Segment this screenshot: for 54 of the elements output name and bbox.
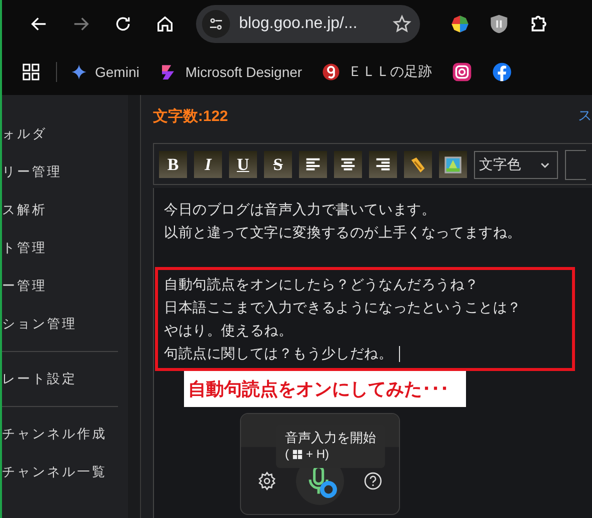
site-settings-icon [208, 16, 224, 32]
bookmark-link[interactable]: Gemini [71, 64, 140, 80]
bookmark-link[interactable]: ＥＬＬの足跡 [322, 62, 432, 80]
color-wheel-icon [450, 14, 470, 34]
help-icon [363, 471, 383, 491]
sidebar-item[interactable]: リー管理 [2, 153, 128, 191]
italic-button[interactable]: I [194, 151, 222, 178]
tooltip-title: 音声入力を開始 [285, 430, 376, 446]
text-line: 句読点に関しては？もう少しだね。 [164, 342, 566, 365]
home-icon [155, 14, 175, 34]
bookmark-link[interactable] [492, 62, 512, 82]
shield-icon [488, 13, 510, 35]
strike-button[interactable]: S [264, 151, 292, 178]
sparkle-icon [71, 64, 87, 80]
underline-button[interactable]: U [229, 151, 257, 178]
settings-button[interactable] [257, 471, 277, 491]
sidebar-item[interactable]: ト管理 [2, 229, 128, 267]
shortcut-text: ( + H) [285, 446, 330, 462]
text-line: 自動句読点をオンにしたら？どうなんだろうね？ [164, 275, 480, 294]
link-button[interactable] [404, 151, 432, 178]
help-button[interactable] [363, 471, 383, 491]
bookmark-link[interactable]: Microsoft Designer [159, 62, 302, 80]
sidebar-item[interactable]: ォルダ [2, 115, 128, 153]
star-icon [392, 14, 412, 34]
facebook-icon [492, 62, 512, 82]
sidebar-item[interactable]: ー管理 [2, 267, 128, 305]
url-text: blog.goo.ne.jp/... [239, 15, 358, 33]
text-color-select[interactable]: 文字色 [474, 150, 558, 178]
text-line: やはり。使えるね。 [164, 321, 294, 340]
address-bar[interactable]: blog.goo.ne.jp/... [196, 5, 420, 43]
sidebar-item[interactable]: ス解析 [2, 191, 128, 229]
g-logo-icon [322, 62, 340, 80]
sidebar-item[interactable]: ション管理 [2, 305, 128, 343]
align-left-button[interactable] [299, 151, 327, 178]
gear-icon [257, 471, 277, 491]
bookmark-link[interactable] [452, 62, 472, 82]
sidebar-item[interactable]: レート設定 [2, 360, 128, 398]
apps-grid-icon [22, 62, 40, 80]
align-center-button[interactable] [334, 151, 362, 178]
image-button[interactable] [439, 151, 467, 178]
text-line: 日本語ここまで入力できるようになったということは？ [164, 298, 522, 317]
sidebar-item[interactable]: チャンネル一覧 [2, 453, 128, 491]
text-line: 以前と違って文字に変換するのが上手くなってますね。 [164, 223, 522, 242]
windows-key-icon [292, 448, 303, 460]
annotation-label: 自動句読点をオンにしてみた･･･ [184, 371, 466, 407]
bold-button[interactable]: B [159, 151, 187, 178]
header-link[interactable]: ス [578, 107, 592, 125]
image-icon [443, 154, 463, 174]
text-line: 今日のブログは音声入力で書いています。 [164, 200, 437, 219]
sidebar-item[interactable]: チャンネル作成 [2, 415, 128, 453]
align-right-button[interactable] [369, 151, 397, 178]
instagram-icon [452, 62, 472, 82]
character-count: 文字数:122 [153, 106, 228, 126]
font-select[interactable] [565, 150, 586, 180]
